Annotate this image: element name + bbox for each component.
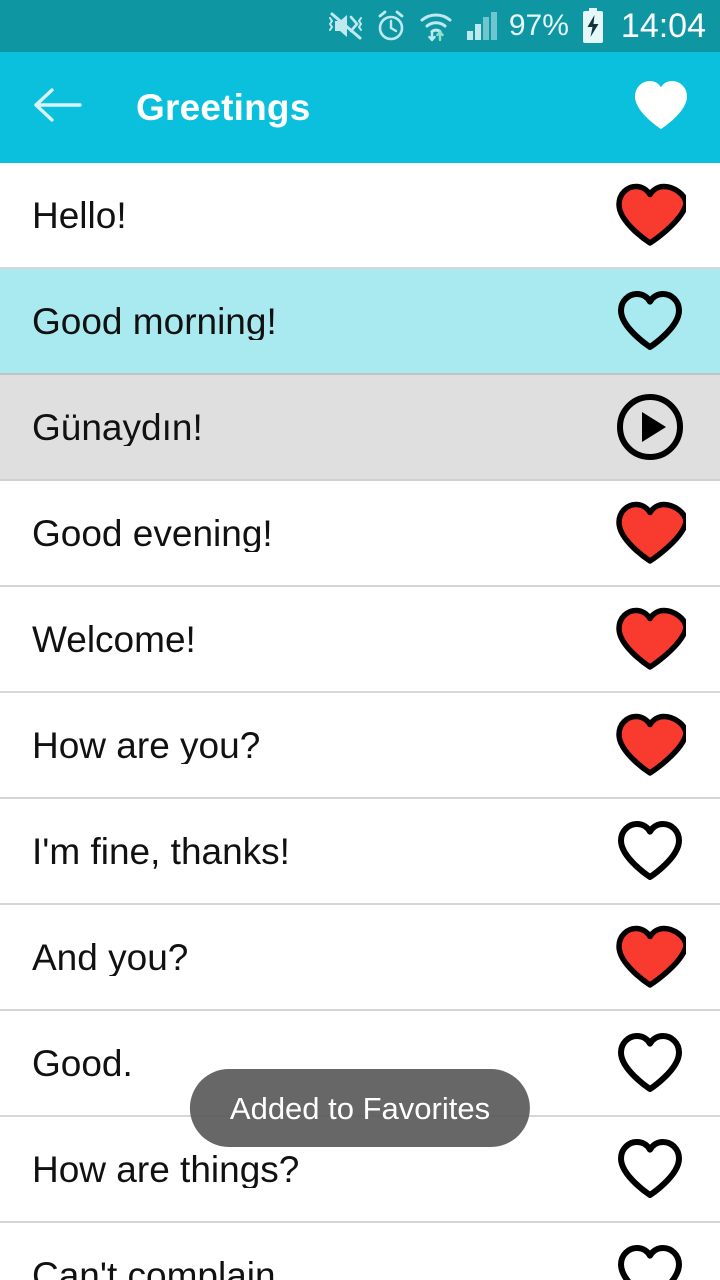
- heart-filled-icon[interactable]: [610, 606, 690, 672]
- wifi-icon: [419, 10, 453, 42]
- heart-outline-icon[interactable]: [610, 1030, 690, 1096]
- list-item[interactable]: Günaydın!: [0, 375, 720, 481]
- phrase-label: How are things?: [32, 1150, 300, 1188]
- list-item[interactable]: Hello!: [0, 163, 720, 269]
- phrase-label: I'm fine, thanks!: [32, 832, 290, 870]
- back-button[interactable]: [26, 77, 88, 139]
- heart-filled-icon[interactable]: [610, 712, 690, 778]
- list-item[interactable]: Good evening!: [0, 481, 720, 587]
- heart-icon: [631, 77, 691, 138]
- phone-screen: 97% 14:04 Greetings Hello! Good morning!…: [0, 0, 720, 1280]
- toast-message: Added to Favorites: [229, 1090, 491, 1126]
- app-bar: Greetings: [0, 52, 720, 163]
- list-item[interactable]: Welcome!: [0, 587, 720, 693]
- heart-filled-icon[interactable]: [610, 500, 690, 566]
- toast-notification: Added to Favorites: [189, 1069, 531, 1147]
- phrase-label: Hello!: [32, 196, 127, 234]
- phrase-label: Can't complain: [32, 1256, 276, 1280]
- phrase-label: How are you?: [32, 726, 261, 764]
- vibrate-mute-icon: [328, 10, 363, 42]
- heart-outline-icon[interactable]: [610, 818, 690, 884]
- list-item[interactable]: How are you?: [0, 693, 720, 799]
- play-icon[interactable]: [610, 391, 690, 463]
- back-arrow-icon: [31, 85, 83, 130]
- page-title: Greetings: [136, 86, 311, 128]
- phrase-label: Welcome!: [32, 620, 196, 658]
- heart-outline-icon[interactable]: [610, 1242, 690, 1280]
- list-item[interactable]: And you?: [0, 905, 720, 1011]
- list-item[interactable]: Can't complain: [0, 1223, 720, 1280]
- phrase-label: Günaydın!: [32, 408, 203, 446]
- heart-outline-icon[interactable]: [610, 1136, 690, 1202]
- heart-filled-icon[interactable]: [610, 924, 690, 990]
- heart-filled-icon[interactable]: [610, 182, 690, 248]
- signal-icon: [465, 11, 497, 41]
- alarm-icon: [375, 10, 407, 42]
- battery-charging-icon: [581, 8, 605, 44]
- phrase-label: Good evening!: [32, 514, 273, 552]
- phrase-label: Good morning!: [32, 302, 277, 340]
- favorites-button[interactable]: [628, 75, 694, 141]
- list-item[interactable]: Good morning!: [0, 269, 720, 375]
- battery-percent-label: 97%: [508, 9, 569, 42]
- status-bar: 97% 14:04: [0, 0, 720, 52]
- heart-outline-icon[interactable]: [610, 288, 690, 354]
- list-item[interactable]: I'm fine, thanks!: [0, 799, 720, 905]
- phrase-label: And you?: [32, 938, 189, 976]
- clock-label: 14:04: [620, 7, 706, 45]
